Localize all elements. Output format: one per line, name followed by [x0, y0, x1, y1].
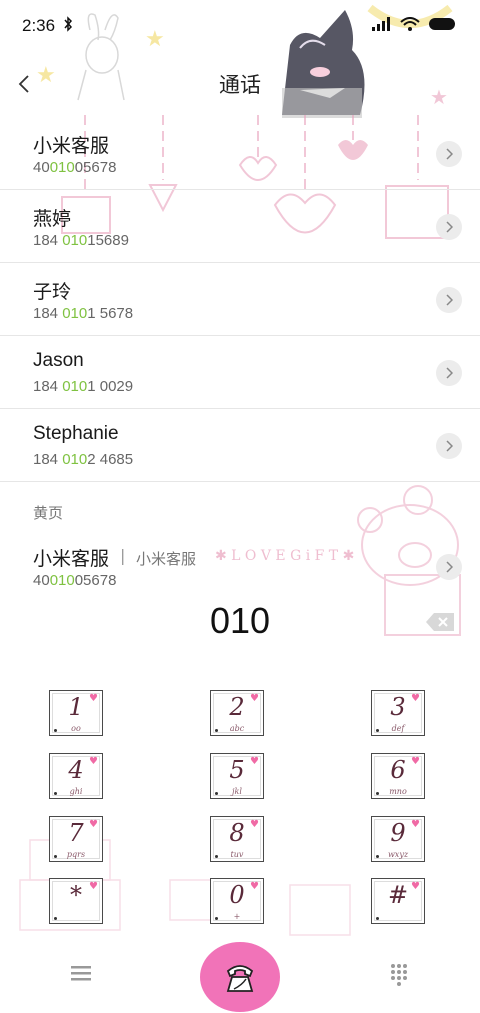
chevron-right-icon [446, 561, 453, 573]
detail-button[interactable] [436, 287, 462, 313]
menu-button[interactable] [66, 958, 96, 988]
heart-icon: ♥ [89, 756, 98, 767]
contact-number: 184 0101 5678 [33, 305, 134, 322]
detail-button[interactable] [436, 554, 462, 580]
contact-name: 小米客服 [33, 136, 110, 157]
contact-number: 184 0101 0029 [33, 378, 134, 395]
yellow-pages-desc: 小米客服 [136, 550, 197, 568]
chevron-left-icon [18, 75, 29, 93]
list-item[interactable]: 子玲 184 0101 5678 [0, 263, 480, 336]
signal-icon [372, 16, 392, 36]
menu-icon [71, 966, 91, 981]
contact-list: 小米客服 4001005678 燕婷 184 01015689 子玲 184 0… [0, 117, 480, 482]
section-label-yellow-pages: 黄页 [33, 504, 64, 522]
contact-number: 184 01015689 [33, 232, 129, 249]
key-5[interactable]: 5 jkl ♥ [210, 753, 264, 799]
chevron-right-icon [446, 221, 453, 233]
wifi-icon [400, 16, 420, 36]
heart-icon: ♥ [250, 693, 259, 704]
yellow-pages-item[interactable]: 小米客服 | 小米客服 4001005678 [0, 530, 480, 585]
dialed-number: 010 [209, 600, 271, 641]
list-item[interactable]: 小米客服 4001005678 [0, 117, 480, 190]
heart-icon: ♥ [411, 819, 420, 830]
chevron-right-icon [446, 440, 453, 452]
call-button[interactable] [200, 942, 280, 1012]
status-time: 2:36 [22, 16, 56, 35]
backspace-button[interactable] [424, 611, 456, 633]
heart-icon: ♥ [89, 693, 98, 704]
contact-name: Jason [33, 350, 84, 371]
chevron-right-icon [446, 294, 453, 306]
detail-button[interactable] [436, 141, 462, 167]
heart-icon: ♥ [411, 881, 420, 892]
key-6[interactable]: 6 mno ♥ [371, 753, 425, 799]
key-9[interactable]: 9 wxyz ♥ [371, 816, 425, 862]
contact-number: 4001005678 [33, 159, 117, 176]
bluetooth-icon [63, 16, 73, 36]
heart-icon: ♥ [411, 756, 420, 767]
contact-name: Stephanie [33, 423, 119, 444]
bottom-action-bar [0, 938, 480, 1013]
backspace-icon [426, 613, 454, 631]
keypad-toggle-button[interactable] [384, 958, 414, 988]
detail-button[interactable] [436, 360, 462, 386]
key-2[interactable]: 2 abc ♥ [210, 690, 264, 736]
key-4[interactable]: 4 ghi ♥ [49, 753, 103, 799]
page-title: 通话 [219, 73, 261, 97]
name-separator: | [120, 546, 126, 565]
list-item[interactable]: 燕婷 184 01015689 [0, 190, 480, 263]
key-hash[interactable]: # ♥ [371, 878, 425, 924]
heart-icon: ♥ [89, 819, 98, 830]
key-3[interactable]: 3 def ♥ [371, 690, 425, 736]
chevron-right-icon [446, 148, 453, 160]
status-bar: 2:36 [0, 0, 480, 52]
heart-icon: ♥ [250, 819, 259, 830]
heart-icon: ♥ [89, 881, 98, 892]
heart-icon: ♥ [411, 693, 420, 704]
title-bar: 通话 [0, 60, 480, 108]
key-8[interactable]: 8 tuv ♥ [210, 816, 264, 862]
key-0[interactable]: 0 + ♥ [210, 878, 264, 924]
yellow-pages-name: 小米客服 [33, 548, 110, 570]
contact-name: 燕婷 [33, 209, 72, 230]
list-item[interactable]: Jason 184 0101 0029 [0, 336, 480, 409]
phone-icon [226, 965, 254, 992]
contact-number: 184 0102 4685 [33, 451, 134, 468]
key-star[interactable]: * ♥ [49, 878, 103, 924]
battery-icon [428, 16, 458, 36]
contact-name: 子玲 [33, 282, 72, 303]
list-item[interactable]: Stephanie 184 0102 4685 [0, 409, 480, 482]
back-button[interactable] [6, 66, 42, 102]
dialpad-icon [391, 964, 407, 986]
key-1[interactable]: 1 oo ♥ [49, 690, 103, 736]
heart-icon: ♥ [250, 881, 259, 892]
heart-icon: ♥ [250, 756, 259, 767]
chevron-right-icon [446, 367, 453, 379]
detail-button[interactable] [436, 433, 462, 459]
key-7[interactable]: 7 pqrs ♥ [49, 816, 103, 862]
yellow-pages-number: 4001005678 [33, 572, 117, 585]
detail-button[interactable] [436, 214, 462, 240]
